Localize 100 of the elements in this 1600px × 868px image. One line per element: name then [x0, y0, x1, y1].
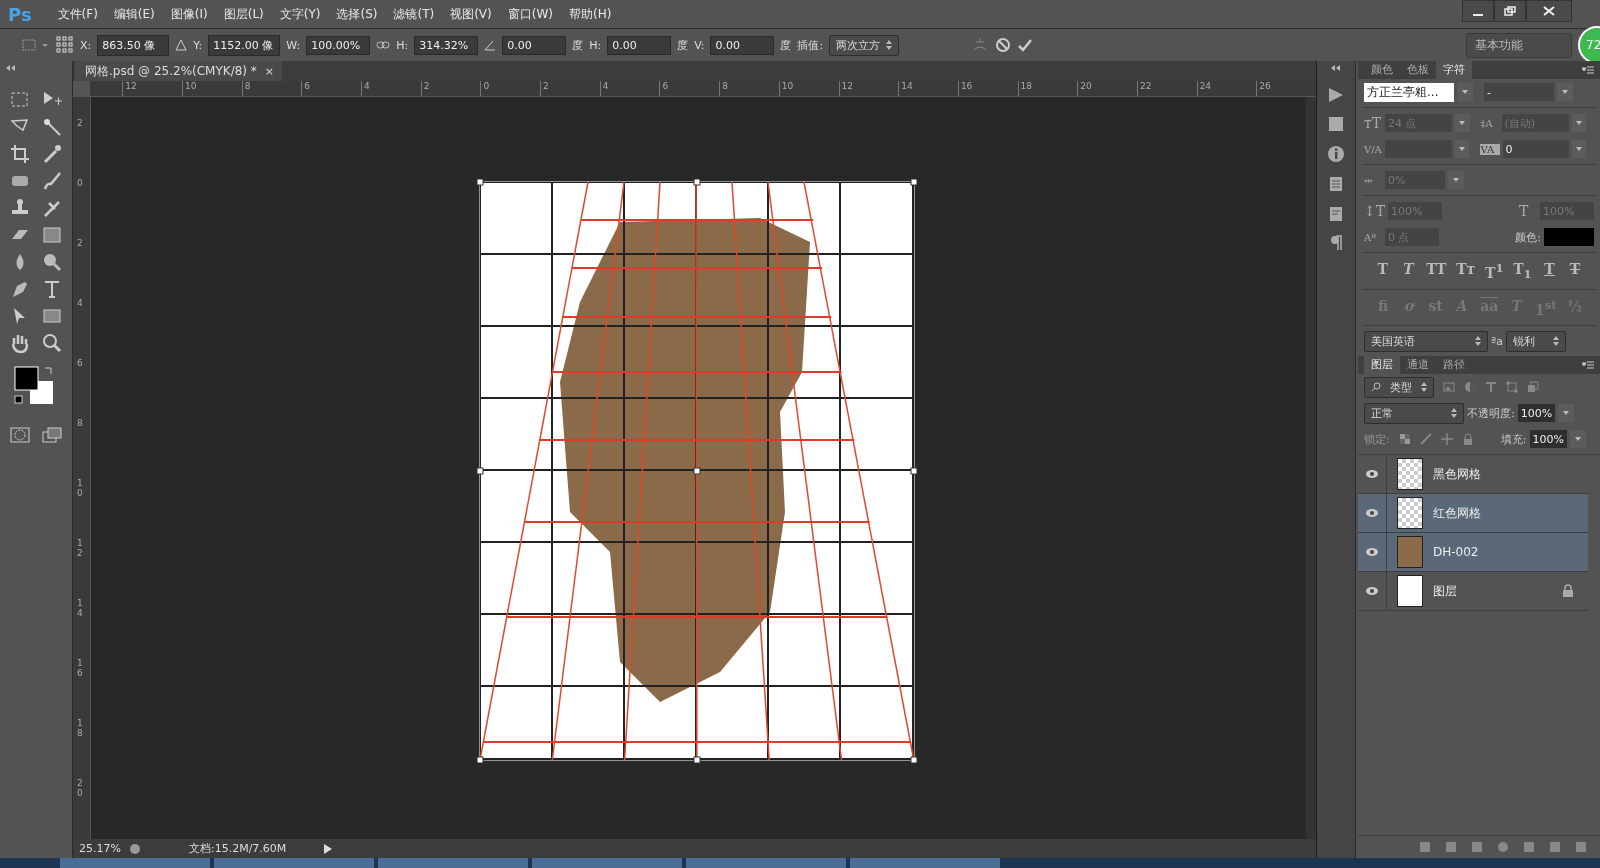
input-field[interactable]: 1152.00 像 — [208, 34, 281, 56]
screen-mode-icon[interactable] — [41, 424, 63, 446]
antialias-dropdown[interactable]: 锐利 — [1505, 330, 1566, 352]
opacity-field[interactable]: 100% — [1517, 404, 1556, 423]
hand-tool-icon[interactable] — [9, 332, 31, 354]
dropdown-button[interactable] — [1454, 140, 1469, 158]
workspace-dropdown[interactable]: 基本功能 — [1466, 32, 1572, 58]
trash-icon[interactable] — [1574, 841, 1588, 853]
text-style-button[interactable]: T$_{1}$ — [1513, 261, 1532, 281]
dropdown-button[interactable] — [1571, 114, 1586, 132]
menu-item[interactable]: 帮助(H) — [561, 5, 620, 23]
folder-icon[interactable] — [1522, 841, 1536, 853]
language-dropdown[interactable]: 美国英语 — [1364, 330, 1488, 352]
link-icon[interactable] — [1418, 841, 1432, 853]
dropdown-button[interactable] — [1557, 83, 1573, 101]
menu-item[interactable]: 图像(I) — [162, 5, 216, 23]
dropdown-button[interactable] — [1448, 171, 1464, 189]
play-icon[interactable] — [324, 843, 333, 854]
cancel-icon[interactable] — [995, 37, 1012, 53]
tracking-field[interactable]: 0 — [1502, 140, 1570, 158]
link-icon[interactable] — [376, 40, 391, 50]
menu-item[interactable]: 视图(V) — [442, 5, 500, 23]
new-icon[interactable] — [1548, 841, 1562, 853]
dropdown-button[interactable] — [1572, 140, 1586, 158]
restore-button[interactable] — [1494, 0, 1526, 22]
dodge-tool-icon[interactable] — [41, 251, 63, 273]
text-style-button[interactable]: Tᴛ — [1456, 261, 1476, 281]
type-filter-icon[interactable] — [1485, 381, 1497, 394]
fill-field[interactable]: 100% — [1529, 430, 1567, 449]
wand-tool-icon[interactable] — [41, 116, 63, 138]
zoom-tool-icon[interactable] — [41, 332, 63, 354]
scrollbar[interactable] — [1306, 97, 1316, 839]
smart-object-filter-icon[interactable] — [1527, 381, 1539, 394]
paragraph-icon[interactable] — [1329, 235, 1343, 251]
menu-item[interactable]: 图层(L) — [215, 5, 272, 23]
image-filter-icon[interactable] — [1443, 381, 1455, 394]
brush-icon[interactable] — [1419, 433, 1432, 446]
lock-icon[interactable] — [1461, 433, 1474, 446]
input-field[interactable]: 0.00 — [607, 35, 672, 55]
panel-tab[interactable]: 字符 — [1436, 60, 1472, 79]
dropdown-button[interactable] — [1570, 430, 1586, 449]
eye-icon[interactable] — [1365, 508, 1379, 519]
interpolation-dropdown[interactable]: 两次立方 — [829, 34, 900, 56]
panel-tab[interactable]: 图层 — [1364, 355, 1400, 375]
brush-tool-icon[interactable] — [41, 170, 63, 192]
dropdown-button[interactable] — [1457, 83, 1473, 101]
input-field[interactable]: 0.00 — [710, 35, 775, 55]
eye-icon[interactable] — [1365, 469, 1379, 480]
quick-mask-icon[interactable] — [9, 424, 31, 446]
panel-tab[interactable]: 色板 — [1400, 60, 1436, 79]
move-icon[interactable] — [1440, 433, 1453, 446]
play-icon[interactable] — [1327, 87, 1345, 103]
close-tab-button[interactable]: × — [264, 65, 274, 78]
document-tab[interactable]: 网格.psd @ 25.2%(CMYK/8) * × — [75, 61, 282, 81]
document-icon[interactable] — [1327, 175, 1345, 193]
menu-item[interactable]: 选择(S) — [328, 5, 386, 23]
fx-icon[interactable] — [1444, 841, 1458, 853]
text-style-button[interactable]: T$^{1}$ — [1484, 261, 1504, 281]
panel-tab[interactable]: 通道 — [1400, 355, 1436, 375]
triangle-icon[interactable] — [175, 39, 188, 51]
collapse-icon[interactable] — [6, 65, 16, 71]
menu-item[interactable]: 文件(F) — [49, 5, 106, 23]
input-field[interactable]: 314.32% — [414, 35, 479, 55]
text-style-button[interactable]: T — [1400, 261, 1417, 281]
share-icon[interactable] — [128, 842, 141, 855]
blend-mode-dropdown[interactable]: 正常 — [1364, 402, 1464, 424]
panel-tab[interactable]: 路径 — [1436, 355, 1472, 375]
minimize-button[interactable] — [1462, 0, 1494, 22]
panel-menu-icon[interactable] — [1582, 361, 1594, 370]
close-button[interactable] — [1526, 0, 1572, 22]
layer-row[interactable]: DH-002 — [1358, 533, 1588, 573]
properties-icon[interactable] — [1327, 115, 1345, 133]
eye-icon[interactable] — [1365, 586, 1379, 597]
layer-row[interactable]: 红色网格 — [1358, 494, 1588, 534]
eye-icon[interactable] — [1365, 547, 1379, 558]
gradient-tool-icon[interactable] — [41, 224, 63, 246]
dropdown-button[interactable] — [1558, 404, 1575, 423]
input-field[interactable]: 100.00% — [306, 35, 371, 55]
panel-menu-icon[interactable] — [1582, 66, 1594, 74]
checkerboard-icon[interactable] — [1398, 433, 1411, 446]
menu-item[interactable]: 编辑(E) — [105, 5, 163, 23]
menu-item[interactable]: 文字(Y) — [271, 5, 329, 23]
panel-tab[interactable]: 颜色 — [1364, 60, 1400, 79]
input-field[interactable]: 863.50 像 — [97, 34, 170, 56]
text-color-swatch[interactable] — [1544, 228, 1594, 246]
layer-row[interactable]: 图层 — [1358, 572, 1588, 612]
mask-icon[interactable] — [1470, 841, 1484, 853]
layer-filter-dropdown[interactable]: 类型 — [1364, 376, 1434, 398]
font-family-dropdown[interactable]: 方正兰亭粗... — [1364, 82, 1454, 102]
text-style-button[interactable]: T — [1541, 261, 1558, 281]
font-style-dropdown[interactable]: - — [1484, 83, 1554, 101]
eyedropper-tool-icon[interactable] — [41, 143, 63, 165]
text-style-button[interactable]: TT — [1426, 261, 1447, 281]
input-field[interactable]: 0.00 — [502, 35, 567, 55]
menu-item[interactable]: 滤镜(T) — [385, 5, 443, 23]
info-icon[interactable] — [1327, 145, 1345, 163]
adjust-icon[interactable] — [1496, 841, 1510, 853]
reference-point-icon[interactable] — [56, 36, 74, 54]
text-style-button[interactable]: T — [1374, 261, 1391, 281]
shape-filter-icon[interactable] — [1506, 381, 1518, 394]
